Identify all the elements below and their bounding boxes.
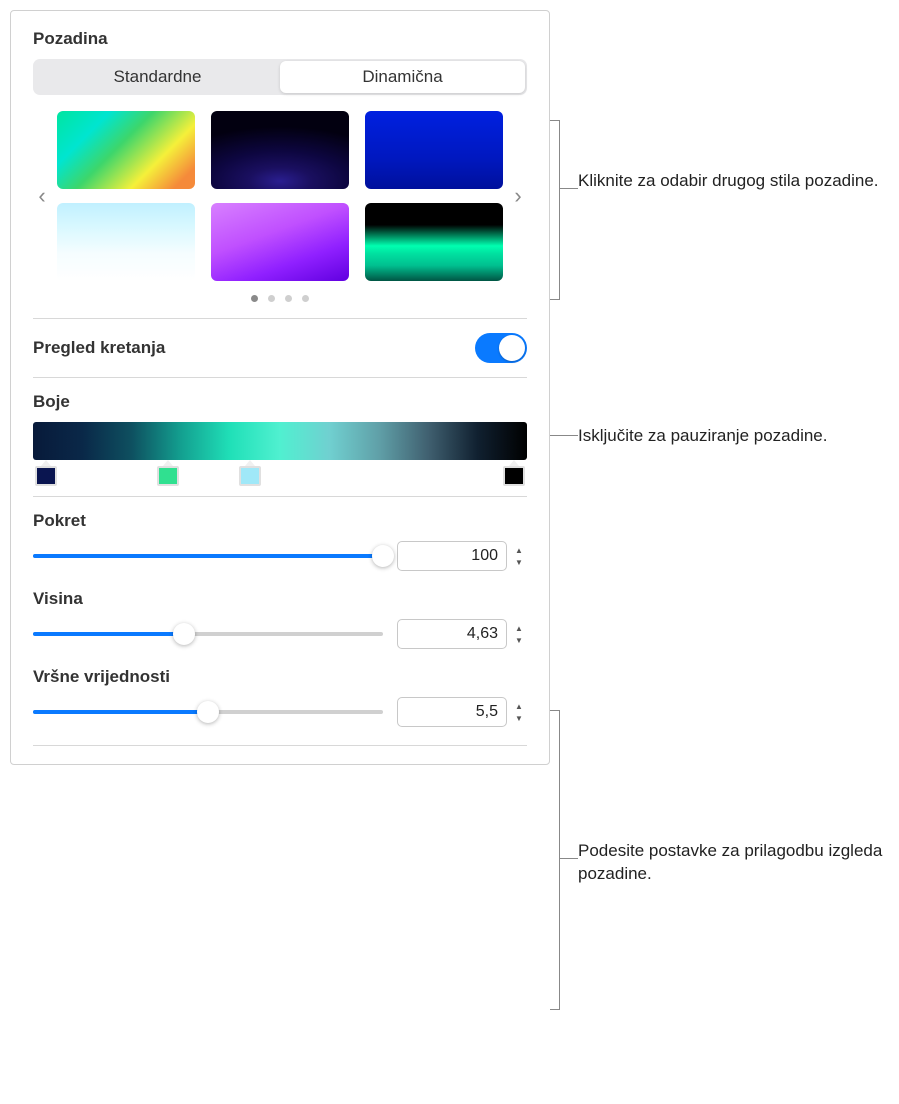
page-dot-3[interactable] — [285, 295, 292, 302]
chevron-right-icon[interactable]: › — [509, 183, 527, 209]
tab-standard[interactable]: Standardne — [35, 61, 280, 93]
page-dot-4[interactable] — [302, 295, 309, 302]
background-thumb-6[interactable] — [365, 203, 503, 281]
visina-label: Visina — [33, 589, 527, 609]
visina-row: ▲ ▼ — [33, 619, 527, 649]
motion-preview-label: Pregled kretanja — [33, 338, 165, 358]
toggle-knob — [499, 335, 525, 361]
vrsne-label: Vršne vrijednosti — [33, 667, 527, 687]
callouts: Kliknite za odabir drugog stila pozadine… — [550, 10, 889, 765]
callout-select-style: Kliknite za odabir drugog stila pozadine… — [578, 170, 879, 193]
gradient-bar[interactable] — [33, 422, 527, 460]
visina-step-down-icon[interactable]: ▼ — [511, 635, 527, 646]
background-thumb-4[interactable] — [57, 203, 195, 281]
vrsne-step-up-icon[interactable]: ▲ — [511, 701, 527, 712]
visina-slider[interactable] — [33, 632, 383, 636]
section-title-background: Pozadina — [33, 29, 527, 49]
pokret-input[interactable] — [397, 541, 507, 571]
gradient-stop-3[interactable] — [239, 466, 261, 486]
vrsne-input[interactable] — [397, 697, 507, 727]
page-dots — [33, 295, 527, 302]
pokret-slider[interactable] — [33, 554, 383, 558]
pokret-row: ▲ ▼ — [33, 541, 527, 571]
visina-input[interactable] — [397, 619, 507, 649]
vrsne-row: ▲ ▼ — [33, 697, 527, 727]
background-thumb-2[interactable] — [211, 111, 349, 189]
chevron-left-icon[interactable]: ‹ — [33, 183, 51, 209]
gradient-stop-2[interactable] — [157, 466, 179, 486]
divider — [33, 745, 527, 746]
callout-adjust-settings: Podesite postavke za prilagodbu izgleda … — [578, 840, 889, 886]
page-dot-2[interactable] — [268, 295, 275, 302]
background-thumb-5[interactable] — [211, 203, 349, 281]
motion-preview-row: Pregled kretanja — [33, 318, 527, 378]
motion-preview-toggle[interactable] — [475, 333, 527, 363]
background-thumb-1[interactable] — [57, 111, 195, 189]
background-panel: Pozadina Standardne Dinamična ‹ › Pregle… — [10, 10, 550, 765]
background-tabs: Standardne Dinamična — [33, 59, 527, 95]
gradient-stop-4[interactable] — [503, 466, 525, 486]
visina-step-up-icon[interactable]: ▲ — [511, 623, 527, 634]
gradient-stops — [33, 466, 527, 497]
pokret-step-up-icon[interactable]: ▲ — [511, 545, 527, 556]
background-thumbs — [57, 111, 503, 281]
background-thumb-3[interactable] — [365, 111, 503, 189]
callout-toggle-motion: Isključite za pauziranje pozadine. — [578, 425, 827, 448]
pokret-step-down-icon[interactable]: ▼ — [511, 557, 527, 568]
tab-dynamic[interactable]: Dinamična — [280, 61, 525, 93]
vrsne-step-down-icon[interactable]: ▼ — [511, 713, 527, 724]
gradient-stop-1[interactable] — [35, 466, 57, 486]
background-thumbs-row: ‹ › — [33, 111, 527, 281]
page-dot-1[interactable] — [251, 295, 258, 302]
vrsne-slider[interactable] — [33, 710, 383, 714]
pokret-label: Pokret — [33, 511, 527, 531]
colors-label: Boje — [33, 392, 527, 412]
